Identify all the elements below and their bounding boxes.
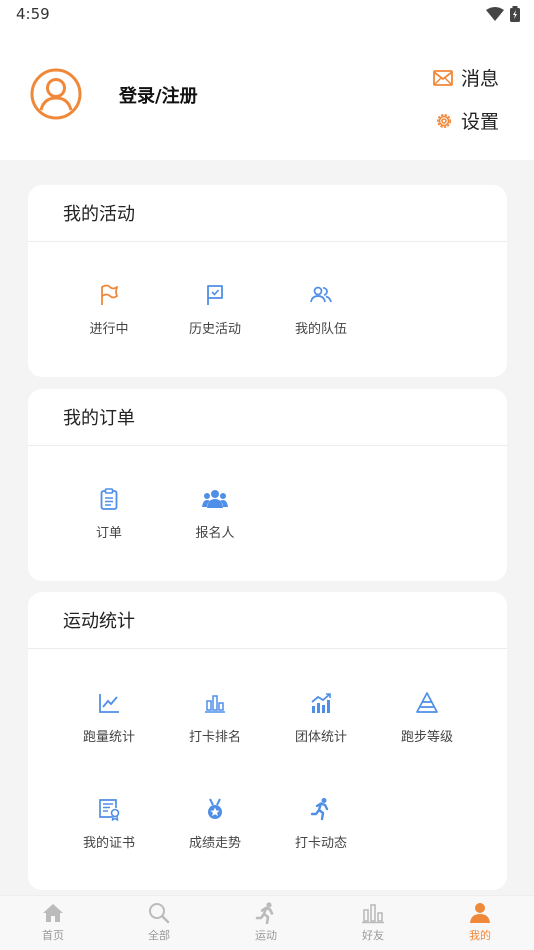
certificate-icon: [99, 799, 120, 821]
line-chart-icon: [99, 694, 119, 713]
tab-label: 好友: [362, 929, 384, 942]
runner-icon: [255, 902, 274, 924]
messages-label: 消息: [460, 68, 499, 90]
gear-icon: [436, 113, 451, 128]
bar-chart-icon: [205, 695, 225, 713]
stat-running-volume[interactable]: 跑量统计: [56, 691, 162, 745]
bar-chart-icon: [362, 904, 384, 924]
stat-label: 我的证书: [82, 836, 135, 851]
status-icons: [486, 6, 520, 22]
activity-my-team[interactable]: 我的队伍: [268, 283, 374, 337]
stat-checkin-ranking[interactable]: 打卡排名: [162, 691, 268, 745]
mail-icon: [433, 69, 453, 86]
stat-running-level[interactable]: 跑步等级: [374, 691, 480, 745]
order-clipboard-icon: [100, 488, 118, 510]
flag-icon: [101, 284, 118, 305]
stat-my-certificate[interactable]: 我的证书: [56, 797, 162, 851]
wifi-icon: [486, 7, 504, 21]
tab-label: 全部: [148, 929, 170, 942]
activity-label: 进行中: [89, 322, 129, 337]
activity-history[interactable]: 历史活动: [162, 283, 268, 337]
stats-card: 运动统计 跑量统计 打卡排名 团体统计 跑步等级 我的证书 成绩走势 打卡动态: [28, 592, 507, 890]
order-label: 报名人: [195, 526, 235, 541]
medal-icon: [208, 798, 222, 819]
tab-label: 首页: [42, 929, 64, 942]
battery-icon: [510, 6, 520, 22]
activity-label: 历史活动: [188, 322, 241, 337]
stat-checkin-feed[interactable]: 打卡动态: [268, 797, 374, 851]
tab-label: 运动: [255, 929, 277, 942]
tab-label: 我的: [469, 929, 491, 942]
avatar-icon[interactable]: [30, 68, 82, 120]
trend-bars-icon: [311, 693, 331, 713]
card-title: 运动统计: [63, 611, 135, 632]
orders-card: 我的订单 订单 报名人: [28, 389, 507, 581]
status-bar: 4:59: [0, 0, 534, 30]
stat-performance-trend[interactable]: 成绩走势: [162, 797, 268, 851]
activity-in-progress[interactable]: 进行中: [56, 283, 162, 337]
pyramid-icon: [416, 692, 438, 713]
stat-label: 团体统计: [294, 730, 347, 745]
tab-mine[interactable]: 我的: [427, 902, 533, 943]
activity-label: 我的队伍: [294, 322, 347, 337]
order-label: 订单: [95, 526, 122, 541]
tab-sport[interactable]: 运动: [213, 902, 319, 943]
messages-button[interactable]: 消息: [433, 64, 499, 91]
divider: [28, 648, 507, 649]
card-title: 我的订单: [63, 408, 135, 429]
tab-friends[interactable]: 好友: [320, 902, 426, 943]
stat-label: 打卡动态: [294, 836, 347, 851]
profile-icon: [470, 903, 490, 923]
stat-group[interactable]: 团体统计: [268, 691, 374, 745]
divider: [28, 445, 507, 446]
settings-button[interactable]: 设置: [435, 107, 499, 134]
status-time: 4:59: [16, 5, 50, 23]
stat-label: 跑步等级: [400, 730, 453, 745]
profile-header: 登录/注册 消息 设置: [0, 30, 534, 160]
card-title: 我的活动: [63, 204, 135, 225]
order-list[interactable]: 订单: [56, 487, 162, 541]
stat-label: 成绩走势: [188, 836, 241, 851]
search-icon: [149, 903, 170, 924]
stat-label: 跑量统计: [82, 730, 135, 745]
activities-card: 我的活动 进行中 历史活动 我的队伍: [28, 185, 507, 377]
stat-label: 打卡排名: [188, 730, 241, 745]
login-register-link[interactable]: 登录/注册: [119, 82, 198, 108]
home-icon: [43, 904, 63, 922]
runner-icon: [310, 798, 329, 821]
flag-check-icon: [207, 285, 223, 305]
divider: [28, 241, 507, 242]
registrants-icon: [202, 490, 228, 508]
tab-all[interactable]: 全部: [106, 902, 212, 943]
team-icon: [310, 286, 332, 303]
order-registrants[interactable]: 报名人: [162, 487, 268, 541]
settings-label: 设置: [460, 111, 499, 133]
bottom-tab-bar: 首页 全部 运动 好友 我的: [0, 895, 534, 950]
tab-home[interactable]: 首页: [0, 902, 106, 943]
